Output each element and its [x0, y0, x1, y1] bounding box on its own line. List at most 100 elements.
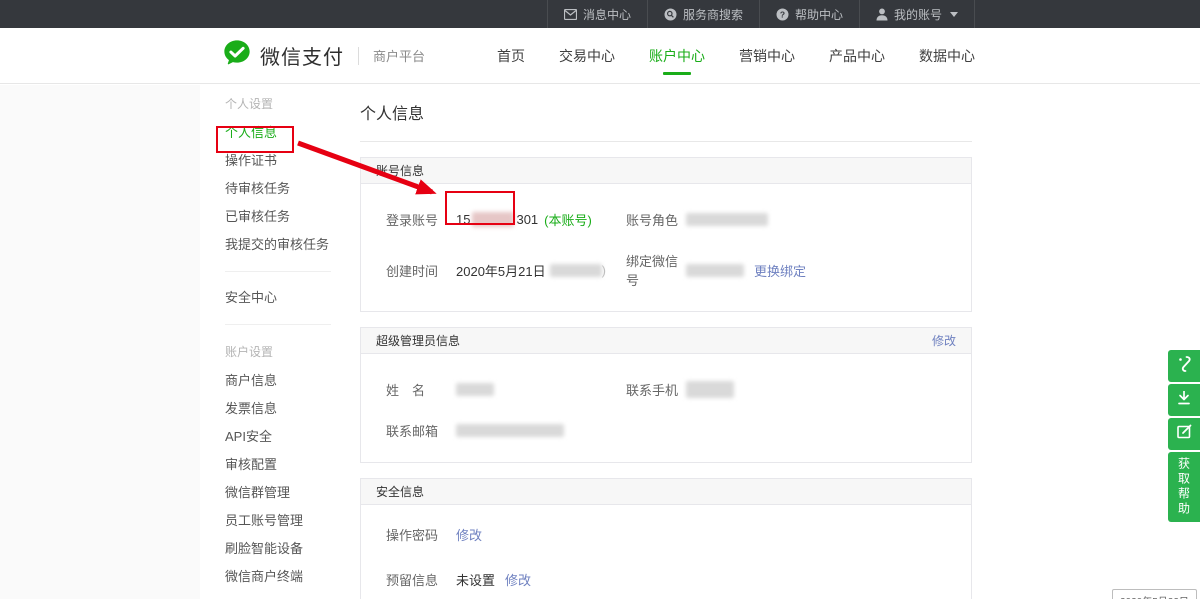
sidebar-item-wechat-group[interactable]: 微信群管理 — [225, 479, 345, 507]
sidebar-item-my-submitted-review[interactable]: 我提交的审核任务 — [225, 231, 345, 259]
sidebar-item-reviewed[interactable]: 已审核任务 — [225, 203, 345, 231]
sidebar-item-review-config[interactable]: 审核配置 — [225, 451, 345, 479]
nav-item-home[interactable]: 首页 — [497, 28, 525, 84]
sidebar-item-face-devices[interactable]: 刷脸智能设备 — [225, 535, 345, 563]
redacted-wechat-id — [686, 264, 744, 277]
main-content: 个人信息 账号信息 登录账号 15 301 (本账号) — [360, 85, 972, 599]
nav-item-data-center[interactable]: 数据中心 — [919, 28, 975, 84]
float-toolbar: 获取帮助 — [1168, 350, 1200, 522]
title-divider — [360, 141, 972, 142]
message-icon — [564, 9, 577, 20]
nav-item-account-center[interactable]: 账户中心 — [649, 28, 705, 84]
admin-name-label: 姓 名 — [386, 380, 456, 399]
redacted-account-role — [686, 213, 768, 226]
sidebar-item-personal-info[interactable]: 个人信息 — [225, 119, 345, 147]
brand-name: 微信支付 — [260, 41, 344, 70]
sidebar-item-merchant-terminal[interactable]: 微信商户终端 — [225, 563, 345, 591]
brand[interactable]: 微信支付 — [222, 38, 344, 73]
get-help-button[interactable]: 获取帮助 — [1168, 452, 1200, 522]
section-account-body: 登录账号 15 301 (本账号) 账号角色 创建时间 — [361, 184, 971, 311]
sidebar: 个人设置 个人信息 操作证书 待审核任务 已审核任务 我提交的审核任务 安全中心… — [200, 85, 345, 599]
created-time-value: 2020年5月21日 ) — [456, 261, 606, 280]
get-help-label: 获取帮助 — [1176, 457, 1193, 517]
sidebar-divider — [225, 271, 331, 272]
help-icon: ? — [776, 8, 789, 21]
download-button[interactable] — [1168, 384, 1200, 416]
section-title: 超级管理员信息 — [376, 332, 460, 349]
login-account-row: 登录账号 15 301 (本账号) — [386, 210, 626, 229]
wechat-pay-logo-icon — [222, 38, 252, 73]
sidebar-item-invoice-info[interactable]: 发票信息 — [225, 395, 345, 423]
sidebar-item-staff-accounts[interactable]: 员工账号管理 — [225, 507, 345, 535]
user-icon — [876, 8, 888, 21]
operation-password-row: 操作密码 修改 — [386, 525, 956, 544]
topbar-item-label: 消息中心 — [583, 6, 631, 23]
section-security-info: 安全信息 操作密码 修改 预留信息 未设置 修改 预留信息是由你自己设置的一段文… — [360, 478, 972, 599]
created-time-row: 创建时间 2020年5月21日 ) — [386, 251, 626, 289]
redacted-admin-phone — [686, 381, 734, 398]
feedback-icon — [1176, 423, 1193, 445]
sidebar-item-security-center[interactable]: 安全中心 — [225, 284, 345, 312]
download-icon — [1176, 389, 1192, 411]
current-account-tag: (本账号) — [544, 210, 592, 229]
section-account-info: 账号信息 登录账号 15 301 (本账号) 账号角色 — [360, 157, 972, 312]
topbar: 消息中心 服务商搜索 ? 帮助中心 我的账号 — [0, 0, 1200, 28]
section-title: 安全信息 — [376, 483, 424, 500]
chevron-down-icon — [950, 12, 958, 17]
created-time-label: 创建时间 — [386, 261, 456, 280]
nav-item-trade-center[interactable]: 交易中心 — [559, 28, 615, 84]
nav-item-product-center[interactable]: 产品中心 — [829, 28, 885, 84]
date-tooltip: 2020年5月22日 — [1112, 589, 1197, 599]
login-account-value: 15 301 (本账号) — [456, 210, 592, 229]
edit-admin-link[interactable]: 修改 — [932, 332, 956, 349]
reserved-info-label: 预留信息 — [386, 570, 456, 589]
sidebar-item-merchant-info[interactable]: 商户信息 — [225, 367, 345, 395]
section-account-header: 账号信息 — [361, 158, 971, 184]
account-role-row: 账号角色 — [626, 210, 956, 229]
hotline-button[interactable] — [1168, 350, 1200, 382]
section-security-header: 安全信息 — [361, 479, 971, 505]
admin-email-label: 联系邮箱 — [386, 421, 456, 440]
topbar-item-label: 帮助中心 — [795, 6, 843, 23]
change-password-link[interactable]: 修改 — [456, 525, 482, 544]
redacted-login-middle — [472, 212, 514, 227]
portal-name: 商户平台 — [373, 46, 425, 65]
topbar-item-label: 服务商搜索 — [683, 6, 743, 23]
redacted-created-time — [550, 264, 602, 277]
svg-text:?: ? — [780, 9, 785, 19]
search-icon — [664, 8, 677, 21]
sidebar-divider — [225, 324, 331, 325]
left-gutter — [0, 85, 200, 599]
sidebar-item-pending-review[interactable]: 待审核任务 — [225, 175, 345, 203]
section-security-body: 操作密码 修改 预留信息 未设置 修改 预留信息是由你自己设置的一段文字，用来鉴… — [361, 505, 971, 599]
page-body: 个人设置 个人信息 操作证书 待审核任务 已审核任务 我提交的审核任务 安全中心… — [0, 85, 1200, 599]
bound-wechat-row: 绑定微信号 更换绑定 — [626, 251, 956, 289]
redacted-admin-name — [456, 383, 494, 396]
set-reserved-info-link[interactable]: 修改 — [505, 570, 531, 589]
sidebar-item-api-security[interactable]: API安全 — [225, 423, 345, 451]
login-account-label: 登录账号 — [386, 210, 456, 229]
reserved-info-row: 预留信息 未设置 修改 — [386, 570, 956, 589]
admin-phone-label: 联系手机 — [626, 380, 686, 399]
topbar-item-help[interactable]: ? 帮助中心 — [759, 0, 859, 28]
main-nav: 首页 交易中心 账户中心 营销中心 产品中心 数据中心 — [497, 28, 975, 84]
header: 微信支付 商户平台 首页 交易中心 账户中心 营销中心 产品中心 数据中心 — [0, 28, 1200, 84]
section-super-admin: 超级管理员信息 修改 姓 名 联系手机 联系邮箱 — [360, 327, 972, 463]
admin-email-row: 联系邮箱 — [386, 421, 626, 440]
topbar-item-provider-search[interactable]: 服务商搜索 — [647, 0, 759, 28]
account-role-label: 账号角色 — [626, 210, 686, 229]
nav-item-marketing-center[interactable]: 营销中心 — [739, 28, 795, 84]
sidebar-item-operation-cert[interactable]: 操作证书 — [225, 147, 345, 175]
topbar-item-my-account[interactable]: 我的账号 — [859, 0, 975, 28]
reserved-info-status: 未设置 — [456, 570, 495, 589]
hotline-icon — [1176, 355, 1192, 378]
section-super-admin-header: 超级管理员信息 修改 — [361, 328, 971, 354]
page-title: 个人信息 — [360, 85, 972, 141]
feedback-button[interactable] — [1168, 418, 1200, 450]
change-binding-link[interactable]: 更换绑定 — [754, 261, 806, 280]
sidebar-group-personal-settings: 个人设置 — [225, 89, 345, 119]
redacted-admin-email — [456, 424, 564, 437]
topbar-item-messages[interactable]: 消息中心 — [547, 0, 647, 28]
admin-name-row: 姓 名 — [386, 380, 626, 399]
operation-password-label: 操作密码 — [386, 525, 456, 544]
